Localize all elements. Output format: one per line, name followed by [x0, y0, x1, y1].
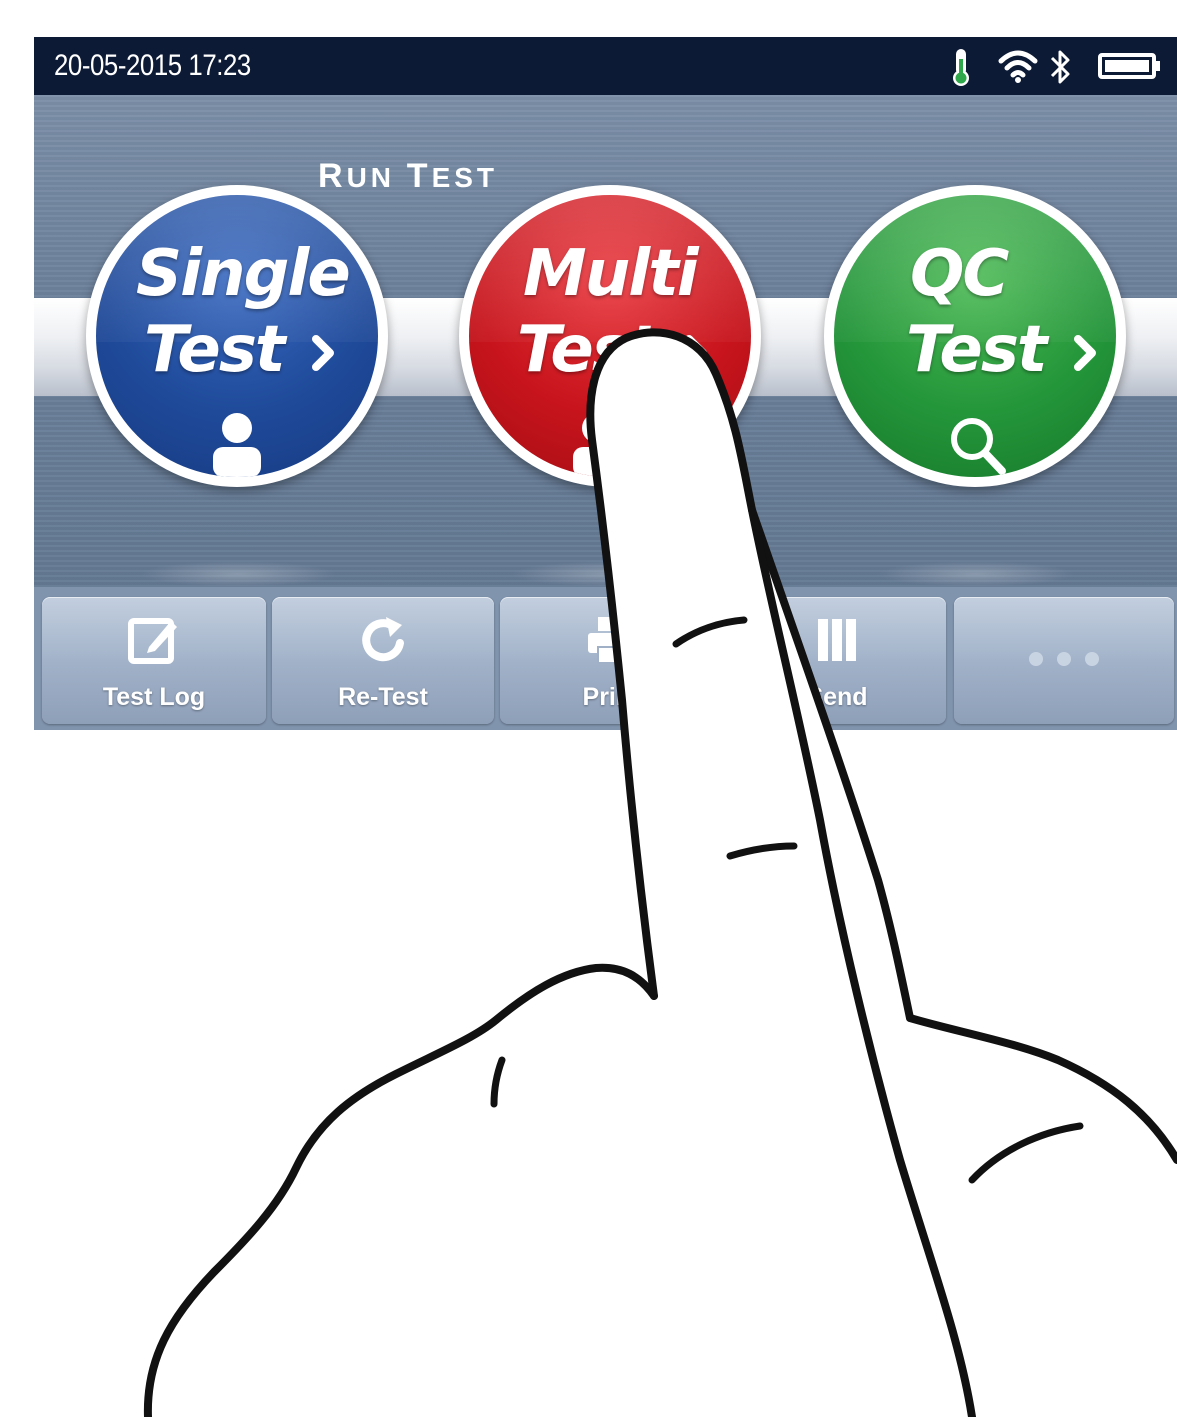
single-test-label-1: Single [136, 237, 351, 311]
single-test-label-2: Test [144, 313, 285, 387]
title-text: EST [431, 162, 499, 193]
qc-test-disc: QC Test [834, 195, 1116, 477]
run-test-title: RUN TEST [318, 157, 498, 196]
bottom-toolbar: Test Log Re-Test Print Send [34, 587, 1177, 730]
title-cap: T [406, 157, 432, 195]
qc-test-label-1: QC [910, 237, 1009, 311]
test-log-label: Test Log [102, 683, 206, 711]
multi-test-disc: Multi Test [469, 195, 751, 477]
title-cap: R [318, 157, 347, 195]
battery-icon [1098, 53, 1160, 79]
reflection [510, 561, 710, 587]
qc-test-label-2: Test [906, 313, 1047, 387]
send-icon [818, 619, 856, 661]
reflection [138, 561, 338, 587]
wifi-icon [998, 50, 1038, 83]
chevron-right-icon [685, 335, 707, 371]
status-bar: 20-05-2015 17:23 [34, 37, 1177, 95]
bluetooth-icon [1050, 50, 1070, 84]
user-icon [213, 413, 261, 477]
send-label: Send [806, 683, 868, 711]
thermometer-icon [953, 49, 969, 86]
datetime: 20-05-2015 17:23 [54, 49, 251, 82]
device-screen: 20-05-2015 17:23 RUN TEST Single Test Mu… [34, 37, 1177, 730]
re-test-label: Re-Test [338, 683, 428, 711]
title-text: UN [346, 162, 407, 193]
test-log-button[interactable]: Test Log [42, 597, 266, 724]
more-button[interactable] [954, 597, 1174, 724]
print-label: Print [582, 683, 640, 711]
reflection [876, 561, 1076, 587]
search-icon [951, 418, 1006, 475]
run-test-panel: RUN TEST Single Test Multi Test QC Test [34, 95, 1177, 587]
more-icon [1029, 652, 1099, 666]
user-icon [573, 413, 621, 477]
edit-icon [128, 618, 177, 664]
qc-test-button[interactable]: QC Test [824, 185, 1126, 487]
multi-test-label-1: Multi [523, 237, 699, 311]
refresh-icon [362, 617, 404, 662]
re-test-button[interactable]: Re-Test [272, 597, 494, 724]
chevron-right-icon [1074, 335, 1096, 371]
single-test-button[interactable]: Single Test [86, 185, 388, 487]
print-button[interactable]: Print [500, 597, 722, 724]
chevron-right-icon [312, 335, 334, 371]
print-icon [588, 617, 634, 664]
single-test-disc: Single Test [96, 195, 378, 477]
multi-test-label-2: Test [517, 313, 658, 387]
multi-test-button[interactable]: Multi Test [459, 185, 761, 487]
send-button[interactable]: Send [728, 597, 946, 724]
